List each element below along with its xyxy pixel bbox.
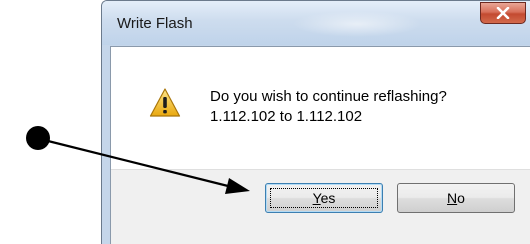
no-button-label: No xyxy=(447,190,465,206)
message-version-range: 1.112.102 to 1.112.102 xyxy=(210,108,363,125)
no-mnemonic: N xyxy=(447,190,458,206)
focus-rectangle xyxy=(270,188,378,208)
no-button[interactable]: No xyxy=(397,183,515,213)
dialog-client-area: Do you wish to continue reflashing? 1.11… xyxy=(110,46,530,244)
window-title: Write Flash xyxy=(117,15,193,32)
warning-icon xyxy=(149,88,181,117)
close-icon xyxy=(496,7,510,19)
screenshot-stage: Write Flash Do you wish to continue refl… xyxy=(0,0,530,244)
no-label-rest: o xyxy=(457,190,465,206)
title-bar[interactable]: Write Flash xyxy=(102,1,530,45)
message-panel: Do you wish to continue reflashing? 1.11… xyxy=(111,47,530,170)
title-bar-glare xyxy=(292,11,422,37)
yes-button[interactable]: Yes xyxy=(265,183,383,213)
write-flash-dialog: Write Flash Do you wish to continue refl… xyxy=(101,0,530,244)
message-question: Do you wish to continue reflashing? xyxy=(210,88,447,105)
annotation-dot-marker xyxy=(26,126,50,150)
close-button[interactable] xyxy=(480,2,526,24)
dialog-message: Do you wish to continue reflashing? 1.11… xyxy=(210,87,447,127)
